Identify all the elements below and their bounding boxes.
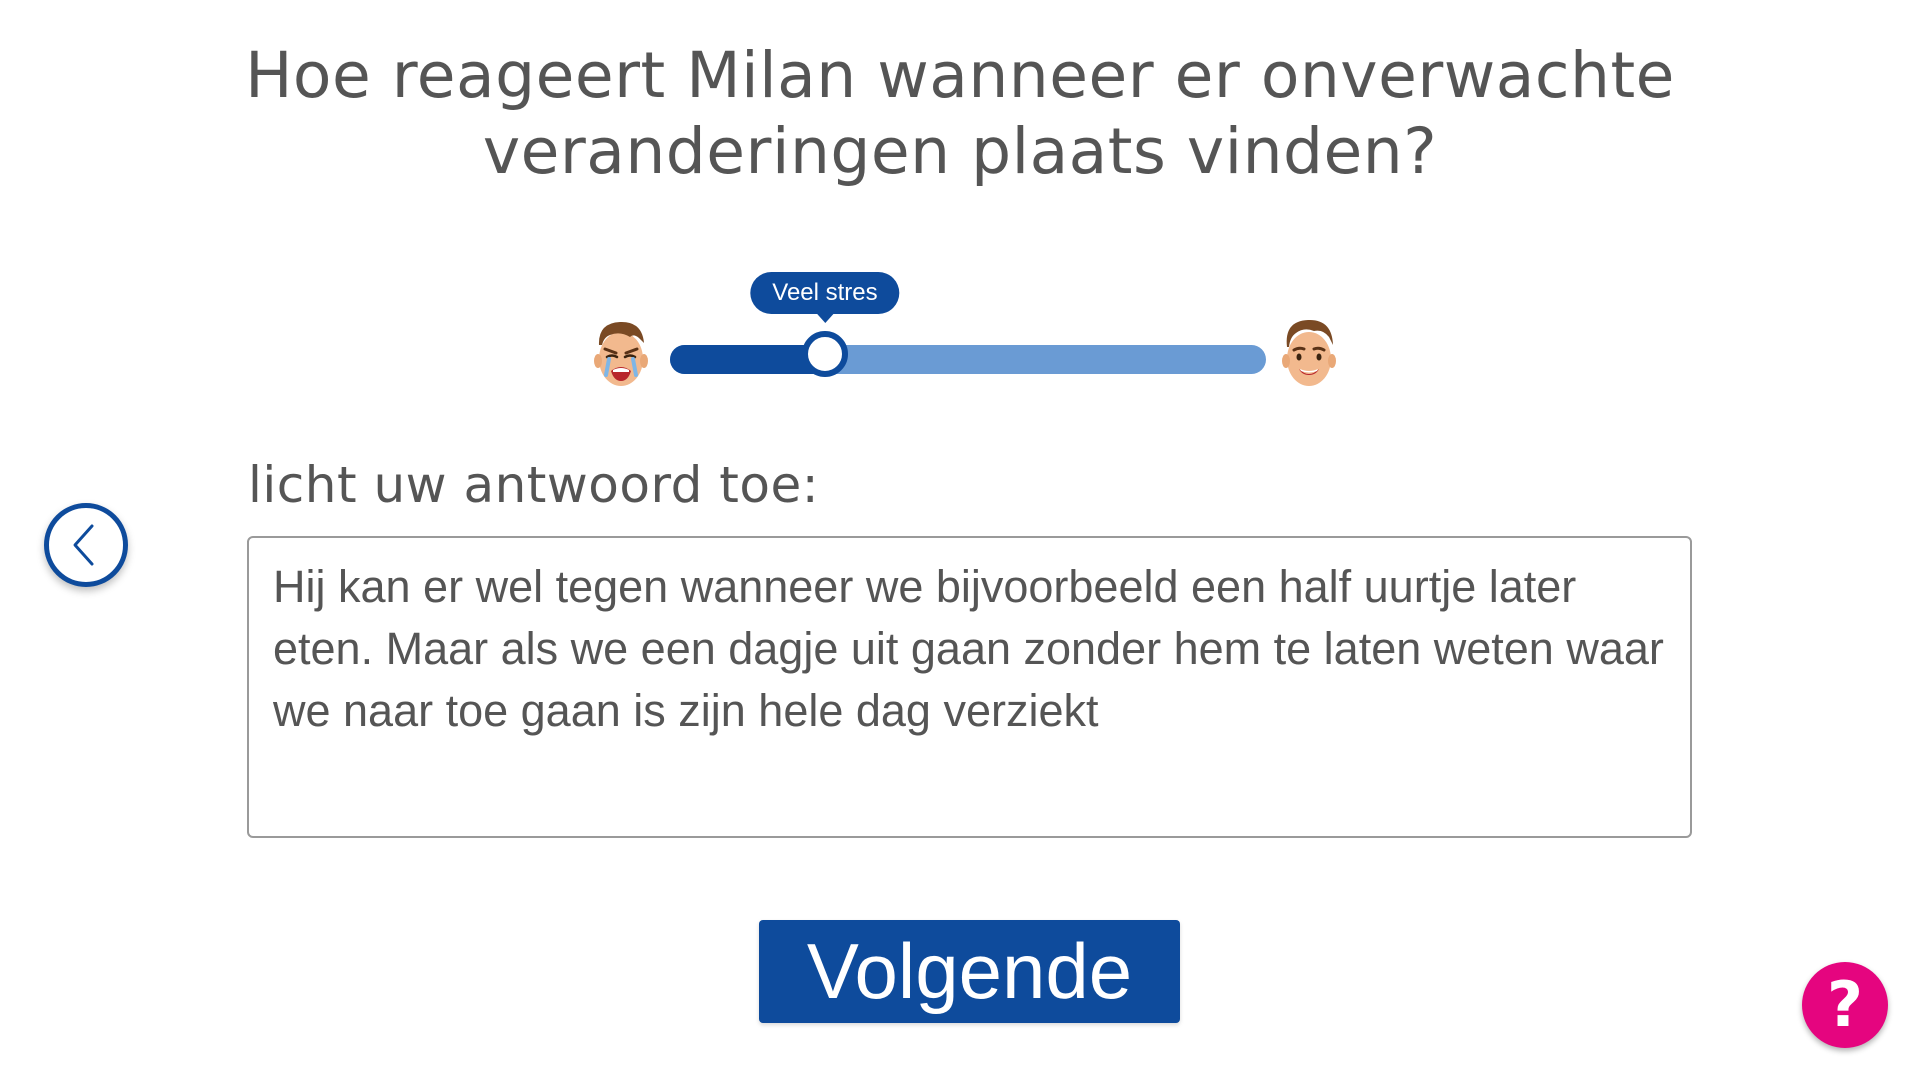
question-line-2: veranderingen plaats vinden? — [482, 115, 1438, 188]
next-button[interactable]: Volgende — [759, 920, 1180, 1023]
back-button[interactable] — [44, 503, 128, 587]
help-button[interactable]: ? — [1802, 962, 1888, 1048]
slider-value-tooltip: Veel stres — [750, 272, 900, 323]
stress-slider[interactable]: Veel stres — [590, 270, 1350, 400]
survey-page: Hoe reageert Milan wanneer er onverwacht… — [0, 0, 1920, 1080]
answer-textarea[interactable]: Hij kan er wel tegen wanneer we bijvoorb… — [247, 536, 1692, 838]
crying-face-icon — [594, 321, 648, 386]
question-line-1: Hoe reageert Milan wanneer er onverwacht… — [245, 39, 1675, 112]
smiling-face-icon — [1282, 319, 1336, 386]
slider-thumb[interactable] — [801, 331, 848, 377]
question-title: Hoe reageert Milan wanneer er onverwacht… — [220, 38, 1700, 190]
slider-track[interactable] — [670, 345, 1266, 374]
chevron-left-icon — [73, 524, 94, 566]
answer-label: licht uw antwoord toe: — [248, 456, 820, 514]
